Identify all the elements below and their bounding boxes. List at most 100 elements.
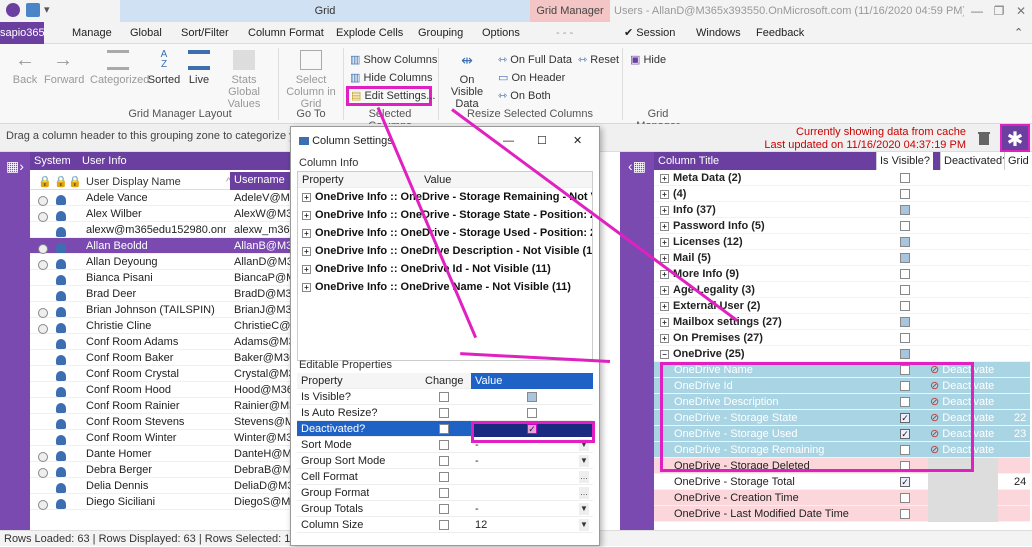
column-info-item[interactable]: + OneDrive Info :: OneDrive - Storage Use… bbox=[298, 224, 592, 242]
column-row[interactable]: + Info (37) bbox=[654, 202, 1030, 218]
on-full-data-button[interactable]: ⇿ On Full Data bbox=[498, 52, 572, 68]
show-columns-button[interactable]: ▥ Show Columns bbox=[350, 52, 437, 68]
column-row[interactable]: OneDrive - Storage Total ✓ 24 bbox=[654, 474, 1030, 490]
header-system[interactable]: System bbox=[34, 152, 71, 170]
header-user-info[interactable]: User Info bbox=[82, 152, 127, 170]
reset-button[interactable]: ⇿ Reset bbox=[578, 52, 619, 68]
visible-checkbox[interactable] bbox=[900, 237, 910, 247]
dialog-maximize-button[interactable]: ☐ bbox=[537, 127, 547, 155]
change-checkbox[interactable] bbox=[439, 520, 449, 530]
tab-column-format[interactable]: Column Format bbox=[248, 22, 324, 44]
column-info-item[interactable]: + OneDrive Info :: OneDrive - Storage Rem… bbox=[298, 188, 592, 206]
column-row[interactable]: + Password Info (5) bbox=[654, 218, 1030, 234]
column-row[interactable]: + On Premises (27) bbox=[654, 330, 1030, 346]
column-row[interactable]: + Mail (5) bbox=[654, 250, 1030, 266]
minimize-button[interactable]: — bbox=[966, 0, 988, 22]
column-info-item[interactable]: + OneDrive Info :: OneDrive - Storage Sta… bbox=[298, 206, 592, 224]
expand-icon[interactable]: + bbox=[302, 192, 311, 202]
hide-columns-button[interactable]: ▥ Hide Columns bbox=[350, 70, 433, 86]
select-column-in-grid-button[interactable]: Select Column in Grid bbox=[282, 50, 340, 110]
value-checkbox[interactable] bbox=[527, 392, 537, 402]
on-both-button[interactable]: ⇿ On Both bbox=[498, 88, 551, 104]
column-row[interactable]: + Mailbox settings (27) bbox=[654, 314, 1030, 330]
expand-icon[interactable]: + bbox=[302, 264, 311, 274]
column-row[interactable]: OneDrive - Last Modified Date Time bbox=[654, 506, 1030, 522]
column-row[interactable]: OneDrive - Creation Time bbox=[654, 490, 1030, 506]
change-checkbox[interactable] bbox=[439, 488, 449, 498]
tab-session[interactable]: ✔ Session bbox=[624, 22, 675, 44]
change-checkbox[interactable] bbox=[439, 504, 449, 514]
visible-checkbox[interactable] bbox=[900, 173, 910, 183]
change-checkbox[interactable] bbox=[439, 424, 449, 434]
tab-feedback[interactable]: Feedback bbox=[756, 22, 804, 44]
property-row[interactable]: Is Visible? bbox=[297, 389, 593, 405]
expand-icon[interactable]: + bbox=[660, 285, 669, 295]
expand-icon[interactable]: + bbox=[660, 301, 669, 311]
change-checkbox[interactable] bbox=[439, 472, 449, 482]
header-column-title[interactable]: Column Title bbox=[658, 152, 719, 170]
column-row[interactable]: + More Info (9) bbox=[654, 266, 1030, 282]
trash-icon[interactable] bbox=[976, 130, 992, 146]
tab-manage[interactable]: Manage bbox=[72, 22, 112, 44]
visible-checkbox[interactable] bbox=[900, 269, 910, 279]
column-row[interactable]: − OneDrive (25) bbox=[654, 346, 1030, 362]
header-is-visible[interactable]: Is Visible? bbox=[876, 152, 933, 170]
on-visible-data-button[interactable]: ⇹ On Visible Data bbox=[444, 50, 490, 110]
tab-global[interactable]: Global bbox=[130, 22, 162, 44]
collapse-ribbon-icon[interactable]: ⌃ bbox=[1014, 26, 1023, 39]
visible-checkbox[interactable] bbox=[900, 349, 910, 359]
expand-icon[interactable]: + bbox=[660, 173, 669, 183]
column-row[interactable]: + (4) bbox=[654, 186, 1030, 202]
gear-icon[interactable]: ✱ bbox=[1000, 124, 1030, 152]
expand-icon[interactable]: + bbox=[302, 246, 311, 256]
change-checkbox[interactable] bbox=[439, 440, 449, 450]
sorted-button[interactable]: A Z Sorted bbox=[146, 50, 182, 87]
expand-icon[interactable]: + bbox=[660, 205, 669, 215]
expand-icon[interactable]: + bbox=[302, 282, 311, 292]
ellipsis-icon[interactable]: … bbox=[579, 471, 589, 483]
live-button[interactable]: Live bbox=[184, 50, 214, 86]
visible-checkbox[interactable] bbox=[900, 205, 910, 215]
categorized-button[interactable]: Categorized bbox=[90, 50, 149, 86]
property-row[interactable]: Column Size 12 ▼ bbox=[297, 517, 593, 533]
expand-icon[interactable]: + bbox=[660, 253, 669, 263]
header-grid[interactable]: Grid ... bbox=[1004, 152, 1030, 170]
quick-access-icon[interactable] bbox=[26, 3, 40, 17]
panel-toggle-icon[interactable]: ‹▦ bbox=[620, 158, 654, 175]
change-checkbox[interactable] bbox=[439, 456, 449, 466]
property-row[interactable]: Cell Format… bbox=[297, 469, 593, 485]
ellipsis-icon[interactable]: … bbox=[579, 487, 589, 499]
edit-settings-button[interactable]: ▤ Edit Settings... bbox=[346, 86, 435, 106]
panel-toggle-icon[interactable]: ▦› bbox=[0, 158, 30, 175]
forward-button[interactable]: → Forward bbox=[44, 50, 84, 86]
visible-checkbox[interactable] bbox=[900, 333, 910, 343]
tab-explode-cells[interactable]: Explode Cells bbox=[336, 22, 403, 44]
column-info-item[interactable]: + OneDrive Info :: OneDrive Name - Not Vi… bbox=[298, 278, 592, 296]
column-row[interactable]: + Age Legality (3) bbox=[654, 282, 1030, 298]
close-button[interactable]: ✕ bbox=[1010, 0, 1032, 22]
header-deactivated[interactable]: Deactivated? bbox=[940, 152, 1012, 170]
quick-access-dropdown-icon[interactable]: ▾ bbox=[44, 3, 50, 16]
visible-checkbox[interactable] bbox=[900, 509, 910, 519]
dropdown-icon[interactable]: ▼ bbox=[579, 503, 589, 515]
visible-checkbox[interactable] bbox=[900, 301, 910, 311]
expand-icon[interactable]: + bbox=[660, 189, 669, 199]
column-info-item[interactable]: + OneDrive Info :: OneDrive Description -… bbox=[298, 242, 592, 260]
stats-global-values-button[interactable]: Stats Global Values bbox=[216, 50, 272, 110]
expand-icon[interactable]: + bbox=[302, 210, 311, 220]
expand-icon[interactable]: − bbox=[660, 349, 669, 359]
visible-checkbox[interactable]: ✓ bbox=[900, 477, 910, 487]
column-user-display-name[interactable]: User Display Name bbox=[86, 172, 181, 188]
expand-icon[interactable]: + bbox=[302, 228, 311, 238]
change-checkbox[interactable] bbox=[439, 408, 449, 418]
visible-checkbox[interactable] bbox=[900, 285, 910, 295]
property-row[interactable]: Group Totals - ▼ bbox=[297, 501, 593, 517]
property-row[interactable]: Group Format… bbox=[297, 485, 593, 501]
expand-icon[interactable]: + bbox=[660, 237, 669, 247]
restore-button[interactable]: ❐ bbox=[988, 0, 1010, 22]
visible-checkbox[interactable] bbox=[900, 317, 910, 327]
dialog-close-button[interactable]: ✕ bbox=[573, 127, 582, 155]
visible-checkbox[interactable] bbox=[900, 253, 910, 263]
visible-checkbox[interactable] bbox=[900, 221, 910, 231]
change-checkbox[interactable] bbox=[439, 392, 449, 402]
